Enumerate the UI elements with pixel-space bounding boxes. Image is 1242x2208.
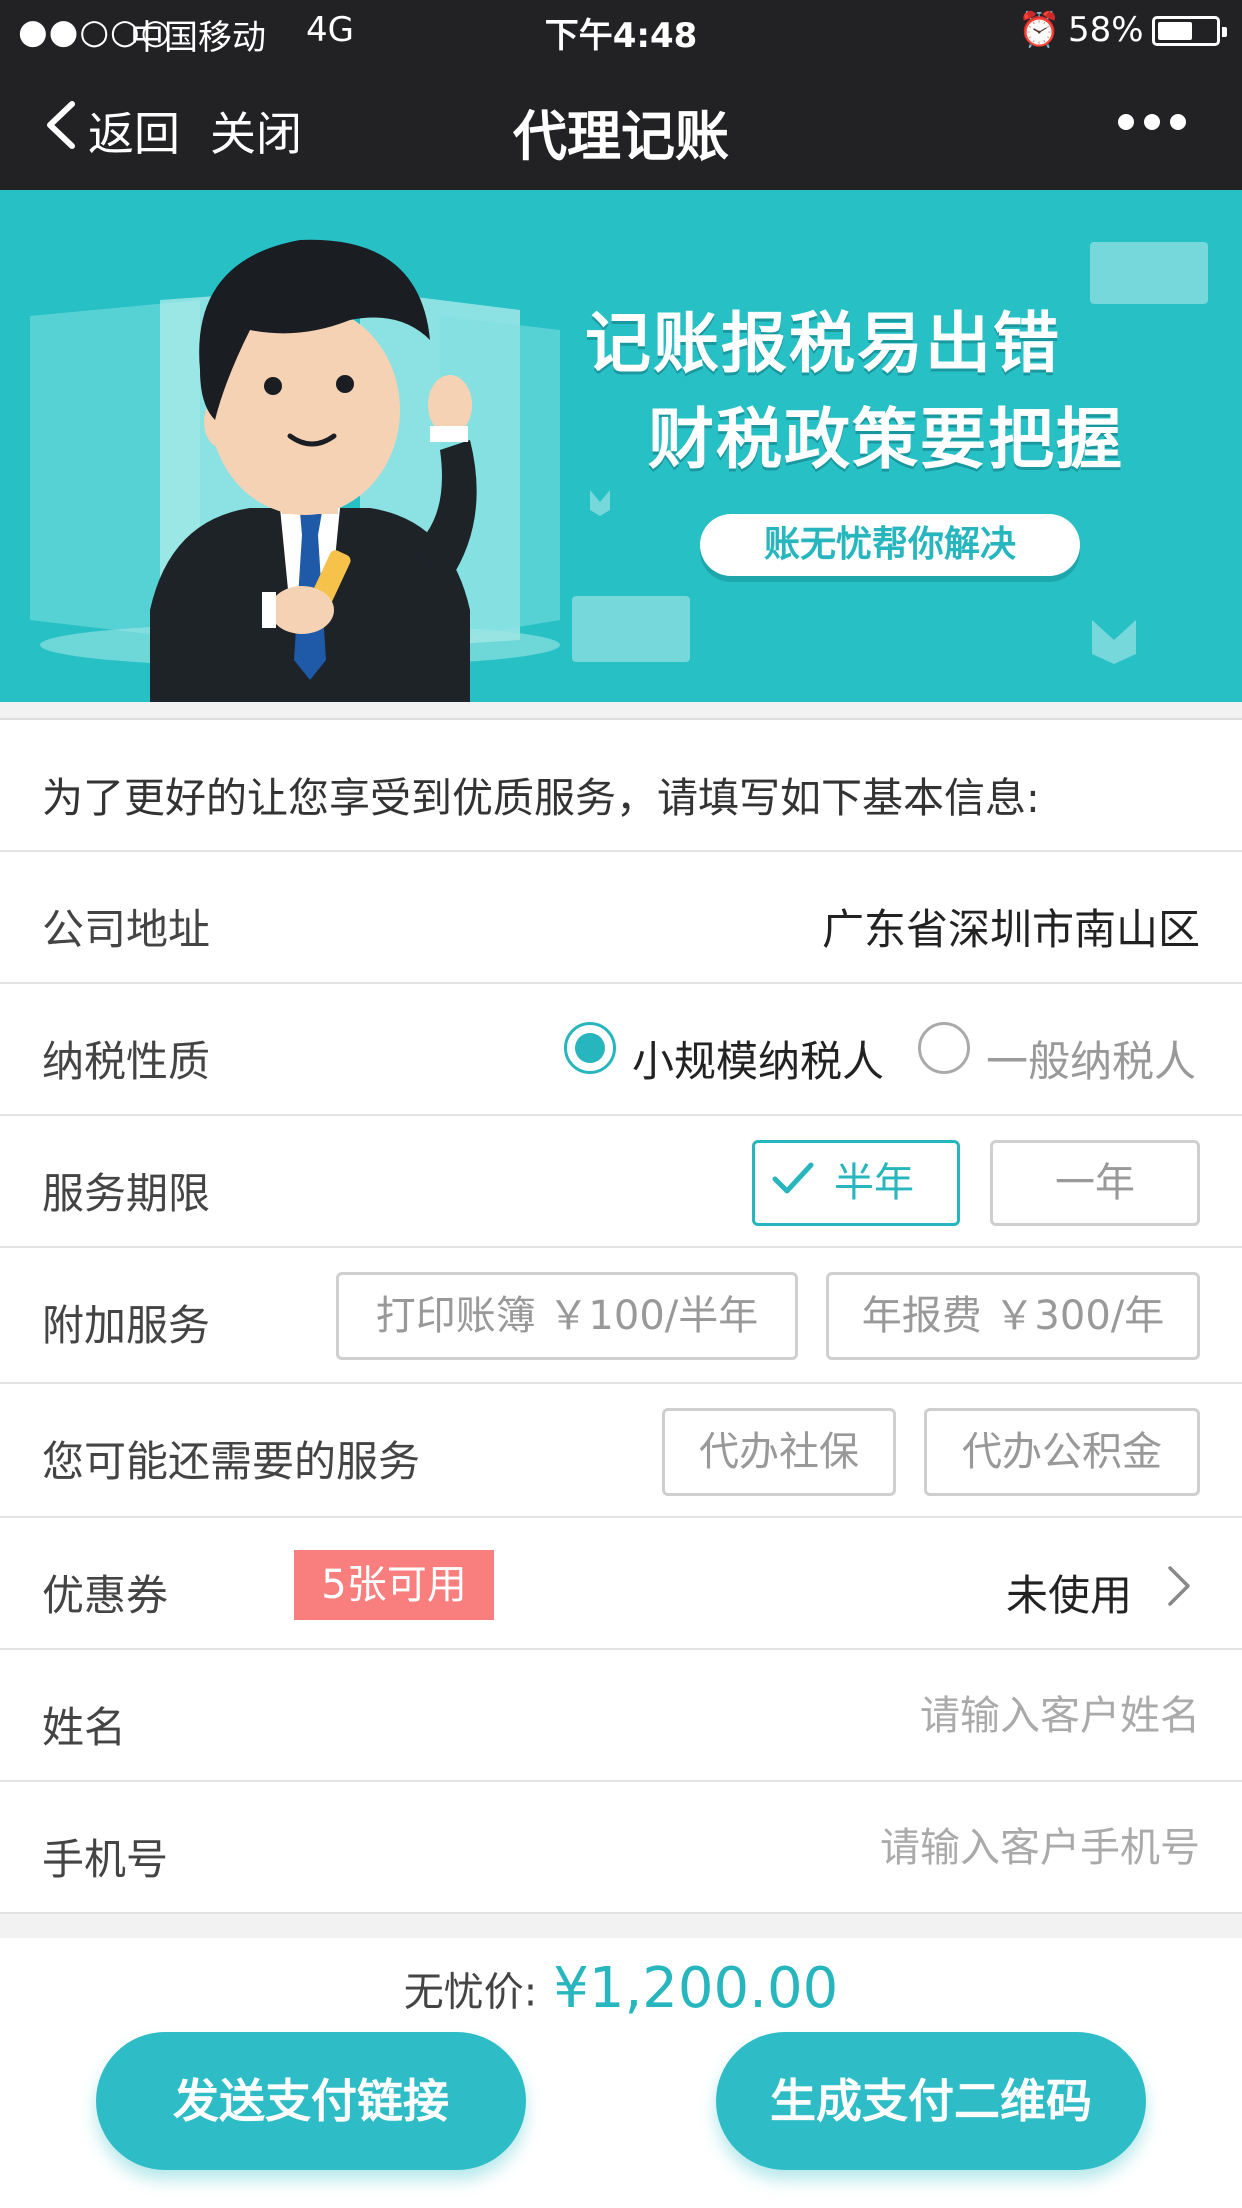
social-security-option[interactable]: 代办社保 xyxy=(662,1408,896,1496)
customer-name-label: 姓名 xyxy=(42,1703,127,1752)
chevron-right-icon xyxy=(1168,1566,1190,1606)
half-year-option[interactable]: 半年 xyxy=(752,1140,960,1226)
company-address-row[interactable]: 公司地址 广东省深圳市南山区 xyxy=(0,852,1242,984)
top-bar: ●●○○○ 中国移动 4G 下午4:48 ⏰ 58% 返回 关闭 代理记账 xyxy=(0,0,1242,190)
suggested-services-label: 您可能还需要的服务 xyxy=(42,1437,421,1486)
battery-percentage: 58% xyxy=(1068,10,1144,50)
general-taxpayer-label[interactable]: 一般纳税人 xyxy=(986,1028,1196,1089)
company-address-value[interactable]: 广东省深圳市南山区 xyxy=(822,896,1200,957)
small-scale-taxpayer-label[interactable]: 小规模纳税人 xyxy=(632,1028,884,1089)
general-taxpayer-radio[interactable] xyxy=(918,1022,970,1074)
coupon-available-badge: 5张可用 xyxy=(294,1550,494,1620)
generate-payment-qr-button[interactable]: 生成支付二维码 xyxy=(716,2032,1146,2170)
extra-services-label: 附加服务 xyxy=(42,1301,211,1350)
small-scale-taxpayer-radio[interactable] xyxy=(564,1022,616,1074)
send-payment-link-button[interactable]: 发送支付链接 xyxy=(96,2032,526,2170)
section-divider xyxy=(0,1914,1242,1938)
customer-phone-input[interactable] xyxy=(640,1818,1200,1878)
banner-cta-pill[interactable]: 账无忧帮你解决 xyxy=(700,514,1080,576)
customer-phone-label: 手机号 xyxy=(42,1835,169,1884)
checkmark-icon xyxy=(772,1162,814,1194)
coupon-label: 优惠券 xyxy=(42,1571,169,1620)
tax-type-row: 纳税性质 小规模纳税人 一般纳税人 xyxy=(0,984,1242,1116)
banner-headline-1: 记账报税易出错 xyxy=(585,305,1061,382)
price-label: 无忧价: xyxy=(403,1969,538,2016)
company-address-label: 公司地址 xyxy=(42,905,211,954)
intro-text: 为了更好的让您享受到优质服务，请填写如下基本信息: xyxy=(42,774,1040,822)
suggested-services-row: 您可能还需要的服务 代办社保 代办公积金 xyxy=(0,1384,1242,1518)
status-bar: ●●○○○ 中国移动 4G 下午4:48 ⏰ 58% xyxy=(0,0,1242,62)
payment-footer: 无忧价: ¥1,200.00 发送支付链接 生成支付二维码 xyxy=(0,1938,1242,2208)
banner-headline-2: 财税政策要把握 xyxy=(648,401,1124,478)
coupon-status: 未使用 xyxy=(1005,1571,1132,1620)
customer-name-row: 姓名 xyxy=(0,1650,1242,1782)
page-title: 代理记账 xyxy=(513,105,729,168)
extra-services-row: 附加服务 打印账簿 ￥100/半年 年报费 ￥300/年 xyxy=(0,1248,1242,1384)
customer-name-input[interactable] xyxy=(640,1686,1200,1746)
more-menu-icon[interactable] xyxy=(1118,112,1188,132)
service-period-row: 服务期限 半年 一年 xyxy=(0,1116,1242,1248)
customer-phone-row: 手机号 xyxy=(0,1782,1242,1914)
form-intro: 为了更好的让您享受到优质服务，请填写如下基本信息: xyxy=(0,720,1242,852)
promo-banner: 记账报税易出错 财税政策要把握 账无忧帮你解决 xyxy=(0,190,1242,702)
alarm-icon: ⏰ xyxy=(1018,10,1061,50)
service-period-label: 服务期限 xyxy=(42,1169,211,1218)
section-divider xyxy=(0,702,1242,720)
price-value: ¥1,200.00 xyxy=(553,1956,839,2021)
one-year-option[interactable]: 一年 xyxy=(990,1140,1200,1226)
navigation-bar: 返回 关闭 代理记账 xyxy=(0,62,1242,190)
price-summary: 无忧价: ¥1,200.00 xyxy=(0,1956,1242,2021)
one-year-label: 一年 xyxy=(1055,1160,1135,1206)
battery-icon xyxy=(1152,16,1227,46)
tax-type-label: 纳税性质 xyxy=(42,1037,211,1086)
print-books-option[interactable]: 打印账簿 ￥100/半年 xyxy=(336,1272,798,1360)
half-year-label: 半年 xyxy=(834,1160,914,1206)
housing-fund-option[interactable]: 代办公积金 xyxy=(924,1408,1200,1496)
coupon-row[interactable]: 优惠券 5张可用 未使用 xyxy=(0,1518,1242,1650)
annual-report-fee-option[interactable]: 年报费 ￥300/年 xyxy=(826,1272,1200,1360)
